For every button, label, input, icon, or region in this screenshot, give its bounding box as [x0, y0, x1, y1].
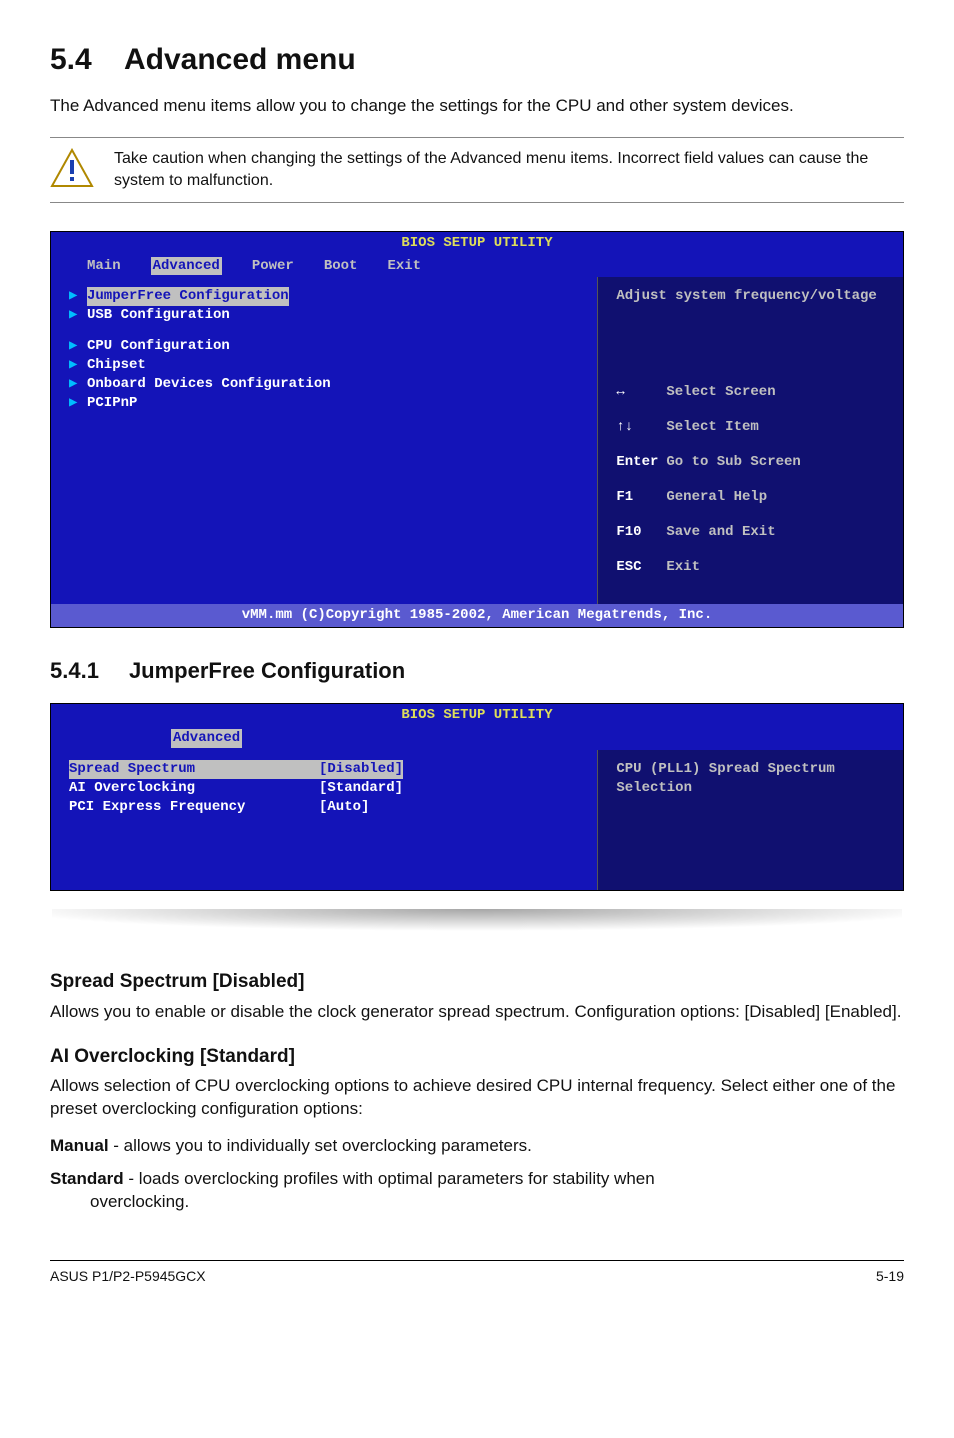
item-ai-body: Allows selection of CPU overclocking opt…	[50, 1075, 904, 1121]
warning-icon	[50, 148, 94, 188]
subsection-number: 5.4.1	[50, 656, 99, 686]
setting-value: [Auto]	[319, 798, 369, 817]
bios-menu-pane: ▶JumperFree Configuration ▶USB Configura…	[51, 277, 598, 603]
setting-spread-spectrum: Spread Spectrum[Disabled]	[69, 760, 579, 779]
submenu-arrow-icon: ▶	[69, 356, 87, 375]
bios-advanced-menu: BIOS SETUP UTILITY Main Advanced Power B…	[50, 231, 904, 628]
key: F1	[616, 489, 666, 507]
key: Enter	[616, 454, 666, 472]
key-desc: Go to Sub Screen	[666, 454, 800, 470]
bios-help-text: CPU (PLL1) Spread Spectrum Selection	[616, 760, 885, 798]
key-desc: Select Screen	[666, 384, 775, 400]
menu-item-pcipnp: ▶PCIPnP	[69, 394, 579, 413]
option-manual: Manual - allows you to individually set …	[50, 1135, 904, 1158]
page-footer: ASUS P1/P2-P5945GCX 5-19	[50, 1260, 904, 1286]
bios-tabs: Main Advanced Power Boot Exit	[51, 255, 903, 278]
footer-left: ASUS P1/P2-P5945GCX	[50, 1267, 206, 1286]
menu-label: USB Configuration	[87, 306, 230, 325]
footer-right: 5-19	[876, 1267, 904, 1286]
drop-shadow	[52, 909, 902, 933]
bios-title: BIOS SETUP UTILITY	[51, 232, 903, 255]
setting-value: [Standard]	[319, 779, 403, 798]
section-name: Advanced menu	[124, 43, 356, 76]
menu-label: JumperFree Configuration	[87, 287, 289, 306]
key: ESC	[616, 559, 666, 577]
setting-label: AI Overclocking	[69, 779, 319, 798]
setting-pci-express-freq: PCI Express Frequency[Auto]	[69, 798, 579, 817]
bios-title: BIOS SETUP UTILITY	[51, 704, 903, 727]
submenu-arrow-icon: ▶	[69, 287, 87, 306]
tab-advanced: Advanced	[151, 257, 222, 276]
option-text: - loads overclocking profiles with optim…	[124, 1169, 655, 1188]
key-desc: Select Item	[666, 419, 758, 435]
item-ai-title: AI Overclocking [Standard]	[50, 1044, 904, 1070]
subsection-title: JumperFree Configuration	[129, 656, 405, 686]
key: ↑↓	[616, 419, 666, 437]
option-standard: Standard - loads overclocking profiles w…	[50, 1168, 904, 1214]
menu-item-jumperfree: ▶JumperFree Configuration	[69, 287, 579, 306]
menu-item-cpu: ▶CPU Configuration	[69, 337, 579, 356]
submenu-arrow-icon: ▶	[69, 394, 87, 413]
option-text: - allows you to individually set overclo…	[109, 1136, 532, 1155]
submenu-arrow-icon: ▶	[69, 337, 87, 356]
key-desc: General Help	[666, 489, 767, 505]
tab-boot: Boot	[324, 257, 358, 276]
key: F10	[616, 524, 666, 542]
key: ↔	[616, 384, 666, 402]
menu-item-chipset: ▶Chipset	[69, 356, 579, 375]
caution-text: Take caution when changing the settings …	[114, 148, 904, 191]
section-title: 5.4 Advanced menu	[50, 40, 904, 81]
intro-text: The Advanced menu items allow you to cha…	[50, 95, 904, 118]
tab-advanced: Advanced	[171, 729, 242, 748]
setting-value: [Disabled]	[319, 760, 403, 779]
submenu-arrow-icon: ▶	[69, 306, 87, 325]
tab-power: Power	[252, 257, 294, 276]
item-spread-body: Allows you to enable or disable the cloc…	[50, 1001, 904, 1024]
setting-label: Spread Spectrum	[69, 760, 319, 779]
option-label: Standard	[50, 1169, 124, 1188]
menu-item-usb: ▶USB Configuration	[69, 306, 579, 325]
key-desc: Exit	[666, 559, 700, 575]
bios-help-text: Adjust system frequency/voltage	[616, 287, 885, 306]
bios-help-pane: CPU (PLL1) Spread Spectrum Selection	[598, 750, 903, 890]
option-text-cont: overclocking.	[90, 1191, 904, 1214]
section-number: 5.4	[50, 43, 92, 76]
menu-label: PCIPnP	[87, 394, 137, 413]
bios-jumperfree-menu: BIOS SETUP UTILITY Advanced Spread Spect…	[50, 703, 904, 891]
bios-key-legend: ↔Select Screen ↑↓Select Item EnterGo to …	[616, 366, 885, 594]
bios-tabs: Advanced	[51, 727, 903, 750]
submenu-arrow-icon: ▶	[69, 375, 87, 394]
bios-settings-pane: Spread Spectrum[Disabled] AI Overclockin…	[51, 750, 598, 890]
key-desc: Save and Exit	[666, 524, 775, 540]
menu-item-onboard: ▶Onboard Devices Configuration	[69, 375, 579, 394]
tab-main: Main	[87, 257, 121, 276]
menu-label: Chipset	[87, 356, 146, 375]
setting-label: PCI Express Frequency	[69, 798, 319, 817]
option-label: Manual	[50, 1136, 109, 1155]
setting-ai-overclocking: AI Overclocking[Standard]	[69, 779, 579, 798]
tab-exit: Exit	[387, 257, 421, 276]
menu-label: Onboard Devices Configuration	[87, 375, 331, 394]
item-spread-title: Spread Spectrum [Disabled]	[50, 969, 904, 995]
bios-help-pane: Adjust system frequency/voltage ↔Select …	[598, 277, 903, 603]
caution-box: Take caution when changing the settings …	[50, 137, 904, 202]
bios-footer: vMM.mm (C)Copyright 1985-2002, American …	[51, 604, 903, 627]
menu-label: CPU Configuration	[87, 337, 230, 356]
